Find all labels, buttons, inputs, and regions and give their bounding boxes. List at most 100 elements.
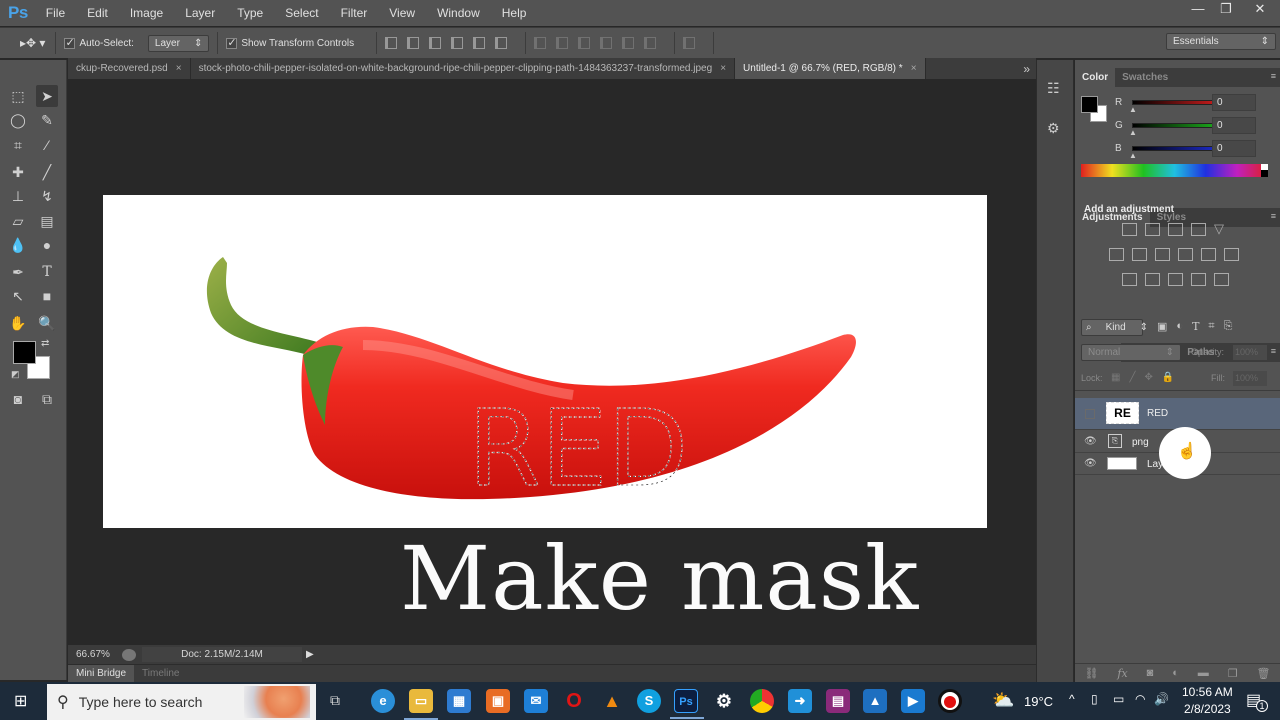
mail-icon[interactable]: ✉ — [524, 689, 548, 713]
close-button[interactable]: ✕ — [1240, 0, 1280, 18]
fill-field[interactable]: 100% — [1233, 371, 1267, 386]
photos-app-icon[interactable]: ▣ — [486, 689, 510, 713]
distribute-bottom-icon[interactable] — [578, 37, 591, 49]
show-transform-checkbox[interactable] — [226, 36, 238, 49]
volume-icon[interactable]: 🔊 — [1154, 692, 1169, 706]
posterize-icon[interactable] — [1145, 273, 1160, 286]
pixel-filter-icon[interactable]: ▣ — [1157, 320, 1167, 333]
gradient-tool-icon[interactable]: ▤ — [36, 210, 58, 232]
black-ramp-swatch[interactable] — [1261, 170, 1268, 177]
minimize-button[interactable]: — — [1184, 0, 1212, 18]
invert-icon[interactable] — [1122, 273, 1137, 286]
auto-select-target-dropdown[interactable]: Layer ⇕ — [147, 34, 210, 52]
align-vcenter-icon[interactable] — [407, 37, 420, 49]
foreground-color-swatch-front[interactable] — [13, 341, 36, 364]
tab-mockup[interactable]: ckup-Recovered.psd × — [68, 58, 191, 79]
align-bottom-icon[interactable] — [429, 37, 442, 49]
shape-filter-icon[interactable]: ⌗ — [1208, 320, 1214, 333]
tab-timeline[interactable]: Timeline — [134, 665, 187, 682]
tab-mini-bridge[interactable]: Mini Bridge — [68, 665, 135, 682]
zoom-level[interactable]: 66.67% — [76, 649, 122, 660]
history-brush-tool-icon[interactable]: ↯ — [36, 185, 58, 207]
tab-untitled-1[interactable]: Untitled-1 @ 66.7% (RED, RGB/8) * × — [735, 58, 926, 79]
video-editor-icon[interactable]: ▶ — [901, 689, 925, 713]
panel-menu-icon[interactable]: ≡ — [1271, 211, 1276, 221]
microsoft-store-icon[interactable]: ▦ — [447, 689, 471, 713]
distribute-vcenter-icon[interactable] — [556, 37, 569, 49]
layer-name[interactable]: RED — [1147, 408, 1168, 419]
skype-icon[interactable]: S — [637, 689, 661, 713]
taskbar-search[interactable]: ⚲ Type here to search — [47, 684, 316, 720]
lock-transparent-icon[interactable]: ▦ — [1111, 372, 1120, 383]
menu-window[interactable]: Window — [437, 6, 480, 20]
status-info-icon[interactable] — [122, 648, 136, 661]
meet-now-icon[interactable]: ▯ — [1091, 692, 1098, 706]
dodge-tool-icon[interactable]: ● — [36, 234, 58, 256]
blue-value-field[interactable]: 0 — [1212, 140, 1256, 157]
color-spectrum-ramp[interactable] — [1081, 164, 1268, 177]
red-value-field[interactable]: 0 — [1212, 94, 1256, 111]
zoom-tool-icon[interactable]: 🔍 — [36, 312, 58, 334]
photoshop-taskbar-icon[interactable]: Ps — [670, 689, 704, 719]
red-slider[interactable]: R ▲ 0 — [1115, 94, 1280, 115]
blue-slider[interactable]: B ▲ 0 — [1115, 140, 1280, 161]
layer-name[interactable]: png — [1132, 437, 1149, 448]
lock-image-icon[interactable]: ╱ — [1129, 372, 1135, 383]
photos-icon[interactable]: ▲ — [863, 689, 887, 713]
slider-thumb-icon[interactable]: ▲ — [1129, 105, 1137, 114]
type-filter-icon[interactable]: T — [1192, 320, 1199, 333]
move-tool-icon[interactable]: ➤ — [36, 85, 58, 107]
distribute-hcenter-icon[interactable] — [622, 37, 635, 49]
clock-time[interactable]: 10:56 AM — [1182, 685, 1233, 699]
type-tool-icon[interactable]: T — [36, 261, 58, 283]
black-white-icon[interactable] — [1155, 248, 1170, 261]
menu-filter[interactable]: Filter — [341, 6, 368, 20]
screen-recorder-icon[interactable] — [938, 689, 962, 713]
link-layers-icon[interactable]: ⛓ — [1084, 667, 1098, 680]
status-menu-arrow[interactable]: ▶ — [306, 649, 314, 660]
layer-filter-dropdown[interactable]: ⌕ Kind ⇕ — [1081, 319, 1148, 336]
align-hcenter-icon[interactable] — [473, 37, 486, 49]
eye-icon[interactable]: 👁 — [1084, 458, 1097, 469]
tabs-overflow-icon[interactable]: » — [1023, 62, 1030, 76]
green-slider[interactable]: G ▲ 0 — [1115, 117, 1280, 138]
menu-select[interactable]: Select — [285, 6, 318, 20]
align-left-icon[interactable] — [451, 37, 464, 49]
blend-mode-dropdown[interactable]: Normal ⇕ — [1081, 344, 1181, 361]
crop-tool-icon[interactable]: ⌗ — [7, 134, 29, 156]
new-layer-icon[interactable]: ❐ — [1228, 667, 1238, 680]
threshold-icon[interactable] — [1168, 273, 1183, 286]
opera-icon[interactable]: O — [562, 689, 586, 713]
tab-chili-jpeg[interactable]: stock-photo-chili-pepper-isolated-on-whi… — [191, 58, 736, 79]
distribute-top-icon[interactable] — [534, 37, 547, 49]
panel-menu-icon[interactable]: ≡ — [1271, 71, 1276, 81]
photo-filter-icon[interactable] — [1178, 248, 1193, 261]
eraser-tool-icon[interactable]: ▱ — [7, 210, 29, 232]
swap-colors-icon[interactable]: ⇄ — [41, 338, 49, 349]
document-canvas[interactable]: RED RED — [103, 195, 987, 528]
color-balance-icon[interactable] — [1132, 248, 1147, 261]
edge-icon[interactable]: e — [371, 689, 395, 713]
default-colors-icon[interactable]: ◩ — [11, 369, 20, 380]
move-tool-icon[interactable]: ▸✥ ▾ — [20, 36, 45, 50]
align-right-icon[interactable] — [495, 37, 508, 49]
quick-assist-icon[interactable]: ➜ — [788, 689, 812, 713]
auto-select-checkbox[interactable] — [64, 36, 76, 49]
group-icon[interactable]: ▬ — [1198, 667, 1209, 679]
settings-icon[interactable]: ⚙ — [712, 689, 736, 713]
layer-row-red[interactable]: RE RED — [1075, 398, 1280, 430]
exposure-icon[interactable] — [1191, 223, 1206, 236]
task-view-icon[interactable]: ⧉ — [330, 692, 340, 709]
tab-swatches[interactable]: Swatches — [1115, 68, 1175, 87]
slider-thumb-icon[interactable]: ▲ — [1129, 128, 1137, 137]
vibrance-icon[interactable]: ▽ — [1214, 222, 1229, 236]
color-fg-swatch[interactable] — [1081, 96, 1098, 113]
tab-close-icon[interactable]: × — [176, 63, 182, 74]
distribute-left-icon[interactable] — [600, 37, 613, 49]
marquee-tool-icon[interactable]: ⬚ — [7, 85, 29, 107]
wifi-icon[interactable]: ◠ — [1135, 692, 1145, 706]
quick-mask-icon[interactable]: ◙ — [7, 388, 29, 410]
fx-icon[interactable]: fx — [1117, 667, 1127, 680]
eye-icon[interactable]: 👁 — [1084, 436, 1097, 447]
vlc-icon[interactable]: ▲ — [600, 689, 624, 713]
